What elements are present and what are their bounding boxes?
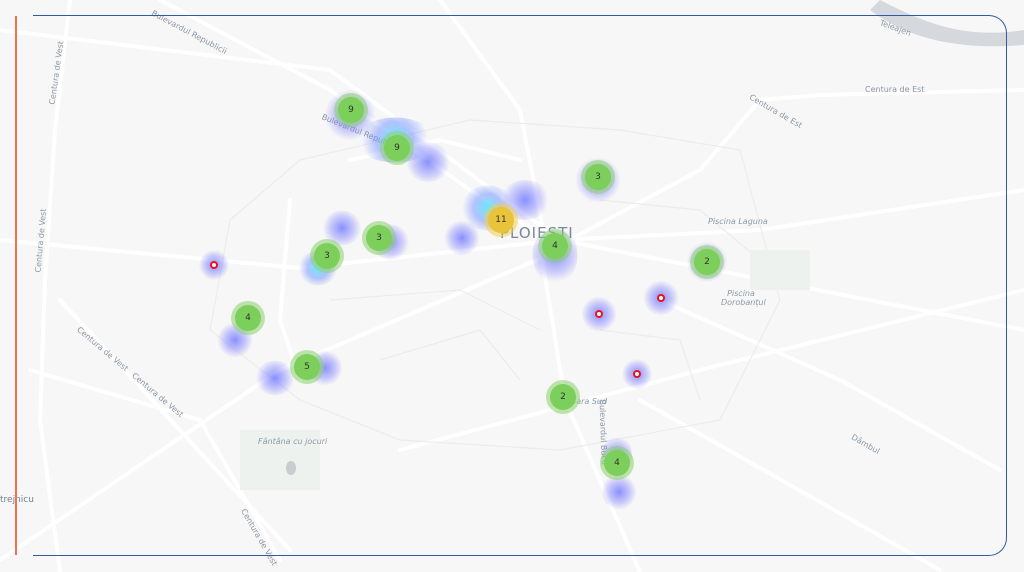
frame-border [33,15,1007,556]
accent-line [15,16,17,555]
